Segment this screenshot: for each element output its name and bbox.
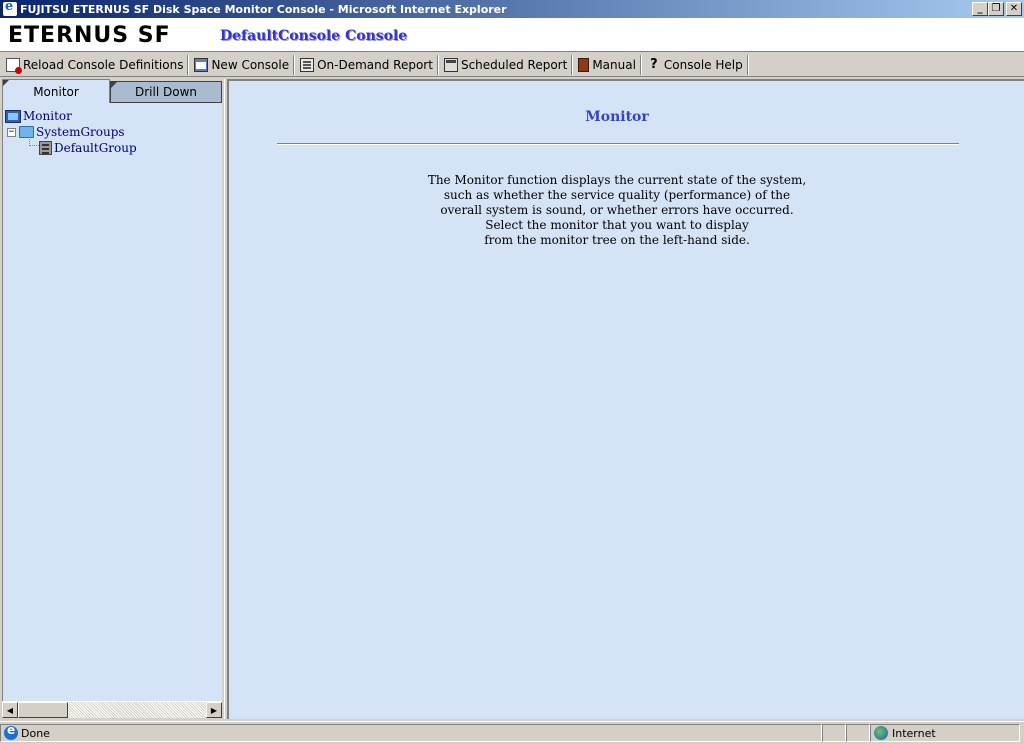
report-icon — [300, 57, 315, 72]
reload-console-definitions-button[interactable]: Reload Console Definitions — [2, 54, 189, 75]
server-group-icon — [39, 141, 52, 155]
panel-tabs: Monitor Drill Down — [0, 79, 224, 103]
help-icon: ? — [650, 56, 658, 72]
new-console-label: New Console — [211, 57, 290, 72]
description-text: The Monitor function displays the curren… — [229, 173, 1005, 248]
status-text: Done — [21, 726, 50, 740]
divider — [277, 143, 959, 145]
page-title: Monitor — [585, 109, 649, 125]
scheduled-report-button[interactable]: Scheduled Report — [440, 54, 573, 75]
scroll-left-button[interactable]: ◀ — [2, 702, 18, 718]
manual-button[interactable]: Manual — [574, 54, 641, 75]
reload-label: Reload Console Definitions — [23, 57, 184, 72]
tree-item-systemgroups[interactable]: − SystemGroups — [7, 124, 125, 140]
window-title: FUJITSU ETERNUS SF Disk Space Monitor Co… — [20, 2, 507, 16]
description-line: The Monitor function displays the curren… — [427, 173, 807, 187]
page-icon — [4, 723, 18, 740]
description-line: from the monitor tree on the left-hand s… — [484, 233, 750, 247]
on-demand-report-label: On-Demand Report — [317, 57, 433, 72]
brand-logo: ETERNUS SF — [8, 23, 171, 48]
tree-item-systemgroups-label: SystemGroups — [36, 125, 125, 139]
restore-button[interactable]: ❐ — [988, 2, 1004, 16]
scheduled-report-label: Scheduled Report — [460, 57, 568, 72]
status-panel-blank — [846, 724, 870, 742]
toolbar: Reload Console Definitions New Console O… — [0, 53, 1024, 77]
new-console-button[interactable]: New Console — [190, 54, 295, 75]
console-help-button[interactable]: ? Console Help — [643, 54, 748, 75]
minimize-button[interactable]: _ — [972, 2, 988, 16]
tree-item-monitor[interactable]: Monitor — [5, 108, 72, 124]
scroll-track[interactable] — [68, 702, 206, 718]
console-help-label: Console Help — [663, 57, 743, 72]
tree-connector — [29, 137, 39, 146]
status-bar: Done Internet — [0, 721, 1024, 744]
collapse-icon[interactable]: − — [7, 127, 16, 137]
security-zone-cell: Internet — [870, 724, 1020, 742]
scroll-right-button[interactable]: ▶ — [206, 702, 222, 718]
tab-monitor-label: Monitor — [33, 84, 79, 99]
window-titlebar[interactable]: FUJITSU ETERNUS SF Disk Space Monitor Co… — [0, 0, 1024, 18]
main-content: Monitor The Monitor function displays th… — [228, 79, 1024, 719]
status-panel-blank — [822, 724, 846, 742]
tree-item-defaultgroup[interactable]: DefaultGroup — [39, 140, 137, 156]
app-header: ETERNUS SF DefaultConsole Console — [0, 18, 1024, 52]
navigation-panel: Monitor Drill Down Monitor − SystemGroup… — [0, 79, 224, 719]
tab-monitor[interactable]: Monitor — [2, 79, 110, 103]
tab-drill-down[interactable]: Drill Down — [110, 81, 222, 103]
monitor-tree: Monitor − SystemGroups DefaultGroup — [2, 103, 222, 701]
book-icon — [578, 57, 590, 72]
security-zone: Internet — [892, 726, 936, 740]
close-button[interactable]: ✕ — [1006, 2, 1022, 16]
description-line: such as whether the service quality (per… — [443, 188, 791, 202]
scroll-thumb[interactable] — [18, 702, 68, 718]
status-text-cell: Done — [0, 723, 822, 742]
description-line: Select the monitor that you want to disp… — [485, 218, 749, 232]
console-name: DefaultConsole Console — [220, 28, 408, 44]
horizontal-scrollbar[interactable]: ◀ ▶ — [2, 701, 222, 718]
reload-icon — [6, 57, 22, 74]
description-line: overall system is sound, or whether erro… — [440, 203, 794, 217]
globe-icon — [874, 726, 888, 740]
window-controls: _ ❐ ✕ — [972, 2, 1022, 16]
calendar-icon — [443, 57, 458, 72]
internet-explorer-icon — [3, 0, 17, 16]
manual-label: Manual — [592, 57, 636, 72]
new-console-icon — [194, 57, 209, 72]
on-demand-report-button[interactable]: On-Demand Report — [296, 54, 438, 75]
tree-item-monitor-label: Monitor — [23, 109, 72, 123]
tree-item-defaultgroup-label: DefaultGroup — [54, 141, 137, 155]
tab-drill-down-label: Drill Down — [135, 85, 197, 99]
monitor-icon — [5, 109, 21, 123]
